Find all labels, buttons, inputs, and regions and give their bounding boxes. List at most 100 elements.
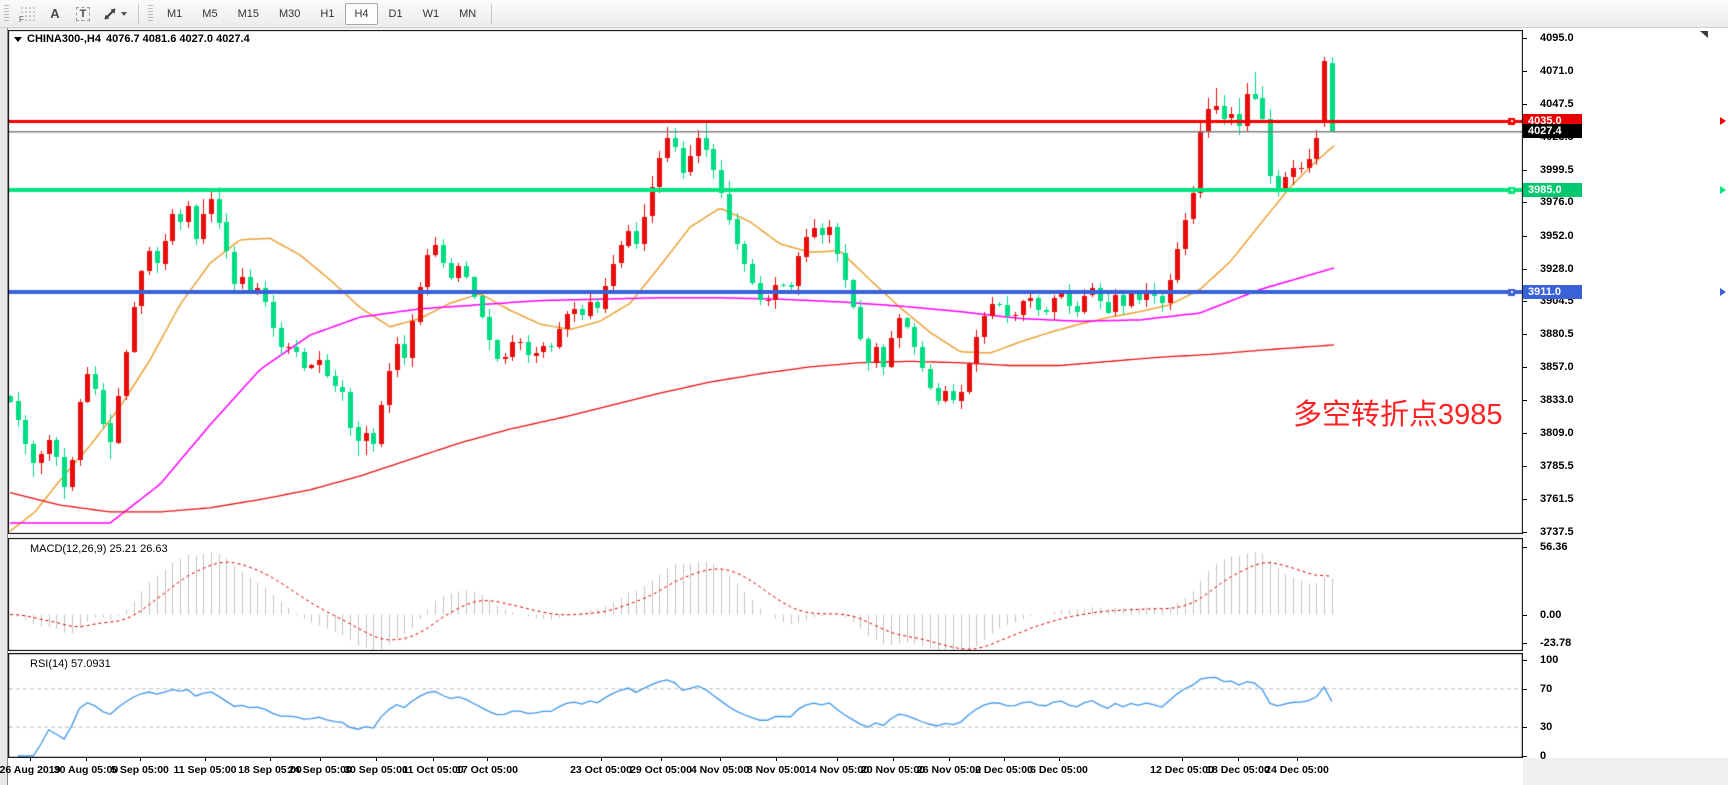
date-label: 2 Dec 05:00 (975, 764, 1033, 776)
timeframe-button-group: M1M5M15M30H1H4D1W1MN (157, 3, 486, 25)
chart-title: CHINA300-,H4 4076.7 4081.6 4027.0 4027.4 (14, 33, 250, 45)
window-left-edge (0, 28, 8, 785)
price-tick (1523, 301, 1527, 302)
rsi-tick-label: 100 (1540, 654, 1558, 666)
text-tool-icon[interactable]: T (70, 2, 96, 26)
level-edge-arrow-icon (1720, 186, 1726, 194)
macd-tick-label: 0.00 (1540, 609, 1561, 621)
price-tick-label: 3809.0 (1540, 427, 1574, 439)
price-tick (1523, 170, 1527, 171)
date-tick (601, 758, 602, 761)
date-label: 24 Dec 05:00 (1265, 764, 1329, 776)
price-tick-label: 3737.5 (1540, 526, 1574, 538)
price-tick-label: 4047.5 (1540, 98, 1574, 110)
timeframe-button-m5[interactable]: M5 (193, 3, 226, 25)
date-tick (30, 758, 31, 761)
date-label: 4 Nov 05:00 (691, 764, 749, 776)
price-tick-label: 4095.0 (1540, 32, 1574, 44)
rsi-panel[interactable] (8, 653, 1523, 758)
date-tick (837, 758, 838, 761)
date-label: 18 Dec 05:00 (1206, 764, 1270, 776)
date-label: 14 Nov 05:00 (805, 764, 869, 776)
rsi-tick-label: 0 (1540, 750, 1546, 762)
timeframe-button-m30[interactable]: M30 (270, 3, 309, 25)
date-axis[interactable]: 26 Aug 201930 Aug 05:005 Sep 05:0011 Sep… (8, 758, 1523, 785)
price-tick (1523, 400, 1527, 401)
price-tick-label: 3952.0 (1540, 230, 1574, 242)
date-tick (949, 758, 950, 761)
macd-tick-label: 56.36 (1540, 541, 1568, 553)
price-tick-label: 3785.5 (1540, 460, 1574, 472)
date-label: 26 Aug 2019 (0, 764, 60, 776)
price-chart-panel[interactable] (8, 30, 1523, 534)
timeframe-button-m1[interactable]: M1 (158, 3, 191, 25)
date-tick (1238, 758, 1239, 761)
date-label: 30 Sep 05:00 (344, 764, 408, 776)
price-tick-label: 3761.5 (1540, 493, 1574, 505)
date-tick (270, 758, 271, 761)
toolbar-grip[interactable] (148, 5, 153, 23)
date-label: 8 Nov 05:00 (747, 764, 805, 776)
toolbar-grip[interactable] (4, 5, 9, 23)
rsi-tick (1523, 689, 1527, 690)
date-tick (1004, 758, 1005, 761)
date-tick (1182, 758, 1183, 761)
date-label: 20 Nov 05:00 (861, 764, 925, 776)
ohlc-values: 4076.7 4081.6 4027.0 4027.4 (106, 33, 250, 45)
date-tick (320, 758, 321, 761)
cursor-tool-icon[interactable] (98, 2, 132, 26)
timeframe-button-w1[interactable]: W1 (414, 3, 449, 25)
rsi-tick-label: 30 (1540, 721, 1552, 733)
grid-f-tool-icon[interactable]: F (14, 2, 40, 26)
price-tick-label: 3976.0 (1540, 196, 1574, 208)
price-tick (1523, 532, 1527, 533)
timeframe-button-m15[interactable]: M15 (229, 3, 268, 25)
macd-tick (1523, 547, 1527, 548)
date-tick (1059, 758, 1060, 761)
price-tick (1523, 38, 1527, 39)
chevron-down-icon (121, 12, 127, 16)
price-tick-label: 3880.5 (1540, 328, 1574, 340)
rsi-tick (1523, 660, 1527, 661)
price-badge: 3985.0 (1523, 183, 1582, 197)
mt4-terminal: F A T M1M5M15M30H1H4D1W1MN CHINA300-,H4 … (0, 0, 1728, 785)
date-label: 11 Sep 05:00 (173, 764, 236, 776)
date-label: 26 Nov 05:00 (917, 764, 981, 776)
date-tick (661, 758, 662, 761)
date-label: 11 Oct 05:00 (402, 764, 463, 776)
date-tick (776, 758, 777, 761)
date-tick (720, 758, 721, 761)
price-tick-label: 3928.0 (1540, 263, 1574, 275)
price-badge: 3911.0 (1523, 285, 1582, 299)
chart-annotation-text[interactable]: 多空转折点3985 (1293, 399, 1503, 431)
price-axis[interactable]: 4095.04071.04047.54023.53999.53976.03952… (1523, 28, 1728, 758)
price-tick (1523, 269, 1527, 270)
timeframe-button-d1[interactable]: D1 (380, 3, 412, 25)
label-tool-icon[interactable]: A (42, 2, 68, 26)
date-tick (487, 758, 488, 761)
date-label: 17 Oct 05:00 (456, 764, 518, 776)
symbol-dropdown-icon[interactable] (14, 37, 22, 42)
macd-panel[interactable] (8, 538, 1523, 651)
price-tick-label: 3833.0 (1540, 394, 1574, 406)
rsi-tick (1523, 727, 1527, 728)
macd-tick-label: -23.78 (1540, 637, 1571, 649)
price-tick (1523, 499, 1527, 500)
date-tick (86, 758, 87, 761)
chart-shift-marker-icon[interactable] (1700, 31, 1708, 38)
date-label: 5 Sep 05:00 (111, 764, 169, 776)
timeframe-button-mn[interactable]: MN (450, 3, 485, 25)
price-tick-label: 3857.0 (1540, 361, 1574, 373)
rsi-tick (1523, 756, 1527, 757)
timeframe-button-h1[interactable]: H1 (311, 3, 343, 25)
timeframe-button-h4[interactable]: H4 (345, 3, 377, 25)
rsi-name: RSI(14) (30, 658, 68, 670)
price-tick (1523, 236, 1527, 237)
date-tick (433, 758, 434, 761)
macd-tick (1523, 643, 1527, 644)
price-tick (1523, 104, 1527, 105)
level-edge-arrow-icon (1720, 117, 1726, 125)
price-tick (1523, 466, 1527, 467)
date-label: 23 Oct 05:00 (570, 764, 632, 776)
price-tick (1523, 433, 1527, 434)
